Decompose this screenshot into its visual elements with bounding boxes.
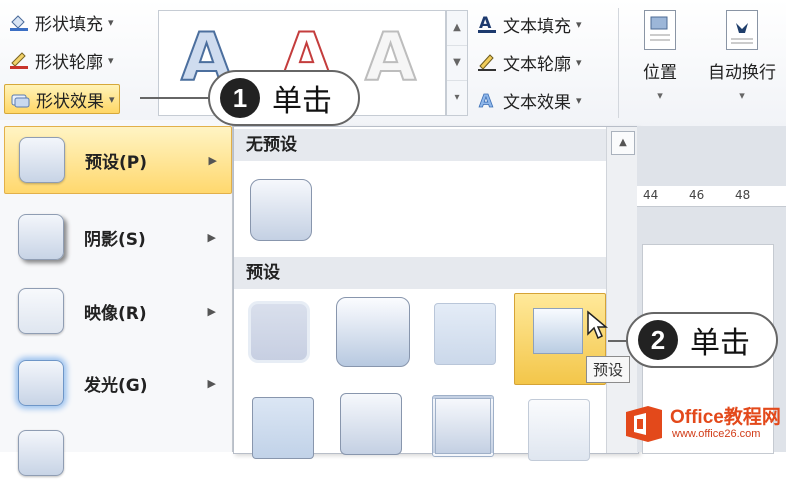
preset-icon	[19, 137, 65, 183]
callout-text: 单击	[272, 84, 332, 119]
preset-swatch[interactable]	[252, 397, 314, 459]
wrap-text-label: 自动换行	[708, 63, 776, 83]
shape-effect-label: 形状效果	[36, 91, 104, 112]
text-outline-button[interactable]: 文本轮廓 ▾	[476, 48, 582, 76]
text-fill-icon: A	[476, 13, 498, 34]
scroll-up-icon[interactable]: ▲	[447, 11, 467, 46]
menu-item-label: 映像(R)	[84, 303, 147, 324]
chevron-right-icon: ▶	[208, 153, 217, 167]
wrap-text-button[interactable]: 自动换行 ▾	[702, 10, 782, 102]
chevron-right-icon: ▶	[207, 230, 216, 244]
watermark: Office教程网 www.office26.com	[620, 400, 786, 452]
office-logo-icon	[626, 406, 662, 442]
menu-item-glow[interactable]: 发光(G) ▶	[4, 350, 230, 416]
chevron-down-icon: ▾	[108, 15, 114, 29]
menu-item-reflection[interactable]: 映像(R) ▶	[4, 278, 230, 344]
gallery-scroll[interactable]: ▲ ▼ ▾	[446, 10, 468, 116]
text-effect-icon: A	[476, 90, 498, 113]
chevron-right-icon: ▶	[207, 304, 216, 318]
watermark-url: www.office26.com	[672, 428, 761, 440]
ribbon-divider	[618, 8, 619, 118]
step-number-badge: 2	[638, 320, 678, 360]
shape-effect-icon	[9, 89, 31, 109]
ribbon: 形状填充 ▾ 形状轮廓 ▾ 形状效果 ▾ A A A ▲ ▼ ▾ A 文本填充 …	[0, 0, 786, 127]
preset-swatch[interactable]	[434, 303, 496, 365]
shape-outline-label: 形状轮廓	[35, 52, 103, 73]
text-effect-button[interactable]: A 文本效果 ▾	[476, 86, 582, 114]
expand-gallery-icon[interactable]: ▾	[447, 81, 467, 115]
shape-fill-button[interactable]: 形状填充 ▾	[8, 8, 114, 36]
paint-bucket-icon	[8, 12, 30, 32]
shape-effect-button[interactable]: 形状效果 ▾	[4, 84, 120, 114]
mouse-cursor-icon	[587, 310, 608, 340]
preset-swatch[interactable]	[340, 393, 402, 455]
menu-item-label: 发光(G)	[84, 375, 148, 396]
menu-item-preset[interactable]: 预设(P) ▶	[4, 126, 232, 194]
position-icon	[644, 10, 676, 50]
shadow-icon	[18, 214, 64, 260]
no-preset-swatch[interactable]	[250, 179, 312, 241]
ruler-tick: 46	[689, 188, 705, 202]
step-number-badge: 1	[220, 78, 260, 118]
preset-header: 预设	[234, 257, 606, 289]
ruler-tick: 44	[643, 188, 659, 202]
text-outline-label: 文本轮廓	[503, 54, 571, 75]
chevron-right-icon: ▶	[207, 376, 216, 390]
menu-item-partial[interactable]	[4, 420, 230, 486]
reflection-icon	[18, 288, 64, 334]
text-effect-label: 文本效果	[503, 92, 571, 113]
menu-item-shadow[interactable]: 阴影(S) ▶	[4, 204, 230, 270]
shape-outline-button[interactable]: 形状轮廓 ▾	[8, 46, 114, 74]
menu-item-label: 预设(P)	[85, 152, 147, 173]
position-label: 位置	[643, 63, 677, 83]
callout-step-2: 2 单击	[626, 312, 778, 368]
preset-swatch-inner	[533, 308, 583, 354]
text-fill-button[interactable]: A 文本填充 ▾	[476, 10, 582, 38]
preset-swatch[interactable]	[432, 395, 494, 457]
ruler-tick: 48	[735, 188, 751, 202]
preset-tooltip: 预设	[586, 356, 631, 383]
shape-effect-menu: 预设(P) ▶ 阴影(S) ▶ 映像(R) ▶ 发光(G) ▶	[0, 120, 233, 476]
preset-swatch[interactable]	[336, 297, 410, 367]
position-button[interactable]: 位置 ▾	[630, 10, 690, 102]
scroll-down-icon[interactable]: ▼	[447, 46, 467, 81]
svg-text:A: A	[479, 91, 493, 110]
menu-item-label: 阴影(S)	[84, 229, 146, 250]
callout-line	[140, 97, 210, 99]
callout-step-1: 1 单击	[208, 70, 360, 126]
no-preset-header: 无预设	[234, 129, 606, 161]
scroll-up-icon[interactable]: ▲	[611, 131, 635, 155]
watermark-brand: Office教程网	[670, 407, 781, 428]
chevron-down-icon: ▾	[739, 89, 745, 102]
preset-gallery: 无预设 预设 ▲	[233, 126, 639, 461]
text-fill-label: 文本填充	[503, 16, 571, 37]
chevron-down-icon: ▾	[576, 93, 582, 107]
horizontal-ruler: 44 46 48	[637, 186, 786, 207]
chevron-down-icon: ▾	[109, 92, 115, 106]
chevron-down-icon: ▾	[576, 55, 582, 69]
glow-icon	[18, 360, 64, 406]
wordart-style-white[interactable]: A	[364, 24, 417, 92]
wrap-text-icon	[726, 10, 758, 50]
svg-text:A: A	[479, 14, 492, 32]
menu-item-icon	[18, 430, 64, 476]
chevron-down-icon: ▾	[657, 89, 663, 102]
chevron-down-icon: ▾	[108, 53, 114, 67]
shape-fill-label: 形状填充	[35, 14, 103, 35]
chevron-down-icon: ▾	[576, 17, 582, 31]
preset-swatch[interactable]	[248, 301, 310, 363]
pencil-icon	[8, 50, 30, 70]
callout-text: 单击	[690, 326, 750, 361]
text-outline-icon	[476, 52, 498, 72]
